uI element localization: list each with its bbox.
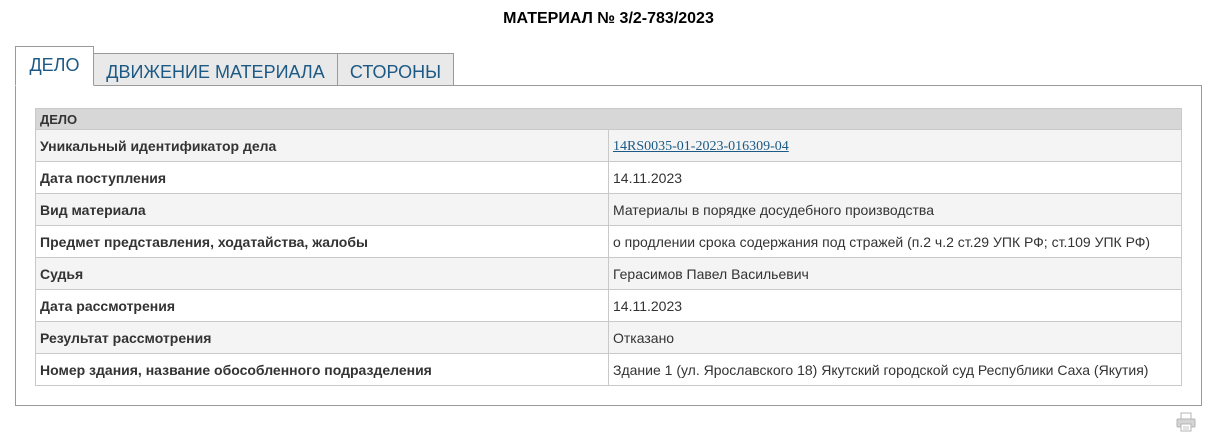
row-value: Отказано [608, 321, 1182, 354]
row-label: Предмет представления, ходатайства, жало… [35, 225, 609, 258]
page-title: МАТЕРИАЛ № 3/2-783/2023 [503, 10, 714, 27]
tab-delo[interactable]: ДЕЛО [15, 46, 94, 86]
table-row: Дата рассмотрения 14.11.2023 [35, 289, 1182, 322]
printer-icon[interactable] [1176, 412, 1196, 432]
row-value: Герасимов Павел Васильевич [608, 257, 1182, 290]
table-row: Судья Герасимов Павел Васильевич [35, 257, 1182, 290]
row-label: Вид материала [35, 193, 609, 226]
table-row: Номер здания, название обособленного под… [35, 353, 1182, 386]
tab-dvizhenie-materiala[interactable]: ДВИЖЕНИЕ МАТЕРИАЛА [93, 53, 338, 86]
case-id-link[interactable]: 14RS0035-01-2023-016309-04 [613, 139, 789, 154]
row-value: Материалы в порядке досудебного производ… [608, 193, 1182, 226]
tab-storony[interactable]: СТОРОНЫ [337, 53, 454, 86]
row-label: Номер здания, название обособленного под… [35, 353, 609, 386]
table-row: Результат рассмотрения Отказано [35, 321, 1182, 354]
row-value: 14RS0035-01-2023-016309-04 [608, 129, 1182, 162]
table-row: Дата поступления 14.11.2023 [35, 161, 1182, 194]
case-info-table: ДЕЛО Уникальный идентификатор дела 14RS0… [35, 108, 1182, 386]
case-panel: ДЕЛО Уникальный идентификатор дела 14RS0… [15, 85, 1202, 406]
row-label: Дата поступления [35, 161, 609, 194]
row-value: 14.11.2023 [608, 161, 1182, 194]
table-row: Предмет представления, ходатайства, жало… [35, 225, 1182, 258]
row-value: о продлении срока содержания под стражей… [608, 225, 1182, 258]
table-row: Вид материала Материалы в порядке досуде… [35, 193, 1182, 226]
row-value: 14.11.2023 [608, 289, 1182, 322]
table-row: Уникальный идентификатор дела 14RS0035-0… [35, 129, 1182, 162]
row-label: Результат рассмотрения [35, 321, 609, 354]
row-label: Судья [35, 257, 609, 290]
row-label: Уникальный идентификатор дела [35, 129, 609, 162]
row-value: Здание 1 (ул. Ярославского 18) Якутский … [608, 353, 1182, 386]
section-header: ДЕЛО [35, 108, 1182, 130]
row-label: Дата рассмотрения [35, 289, 609, 322]
